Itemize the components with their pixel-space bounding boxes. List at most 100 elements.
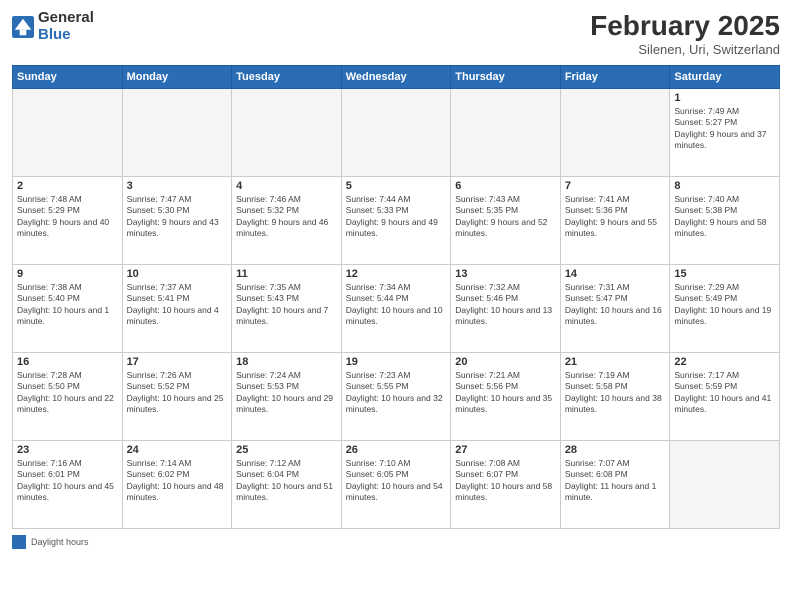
day-cell: 19 Sunrise: 7:23 AM Sunset: 5:55 PM Dayli… bbox=[341, 353, 451, 441]
day-cell: 14 Sunrise: 7:31 AM Sunset: 5:47 PM Dayli… bbox=[560, 265, 670, 353]
day-cell: 2 Sunrise: 7:48 AM Sunset: 5:29 PM Daylig… bbox=[13, 177, 123, 265]
day-cell: 24 Sunrise: 7:14 AM Sunset: 6:02 PM Dayli… bbox=[122, 441, 232, 529]
day-cell: 13Sunrise: 7:32 AM Sunset: 5:46 PM Dayli… bbox=[451, 265, 561, 353]
day-number: 26 bbox=[346, 444, 447, 456]
day-number: 1 bbox=[674, 92, 775, 104]
day-info: Sunrise: 7:19 AM Sunset: 5:58 PM Dayligh… bbox=[565, 370, 666, 416]
day-cell bbox=[451, 89, 561, 177]
day-cell: 20Sunrise: 7:21 AM Sunset: 5:56 PM Dayli… bbox=[451, 353, 561, 441]
day-number: 19 bbox=[346, 356, 447, 368]
logo: General Blue bbox=[12, 10, 94, 43]
day-info: Sunrise: 7:07 AM Sunset: 6:08 PM Dayligh… bbox=[565, 458, 666, 504]
title-area: February 2025 Silenen, Uri, Switzerland bbox=[590, 10, 780, 57]
day-cell: 3 Sunrise: 7:47 AM Sunset: 5:30 PM Daylig… bbox=[122, 177, 232, 265]
day-number: 11 bbox=[236, 268, 337, 280]
day-info: Sunrise: 7:44 AM Sunset: 5:33 PM Dayligh… bbox=[346, 194, 447, 240]
day-info: Sunrise: 7:34 AM Sunset: 5:44 PM Dayligh… bbox=[346, 282, 447, 328]
day-number: 23 bbox=[17, 444, 118, 456]
day-info: Sunrise: 7:16 AM Sunset: 6:01 PM Dayligh… bbox=[17, 458, 118, 504]
day-cell bbox=[670, 441, 780, 529]
col-header-saturday: Saturday bbox=[670, 66, 780, 89]
day-info: Sunrise: 7:28 AM Sunset: 5:50 PM Dayligh… bbox=[17, 370, 118, 416]
day-number: 3 bbox=[127, 180, 228, 192]
day-info: Sunrise: 7:37 AM Sunset: 5:41 PM Dayligh… bbox=[127, 282, 228, 328]
day-cell: 11 Sunrise: 7:35 AM Sunset: 5:43 PM Dayli… bbox=[232, 265, 342, 353]
logo-icon bbox=[12, 16, 34, 38]
page: General Blue February 2025 Silenen, Uri,… bbox=[0, 0, 792, 612]
day-cell: 9 Sunrise: 7:38 AM Sunset: 5:40 PM Daylig… bbox=[13, 265, 123, 353]
day-cell: 4Sunrise: 7:46 AM Sunset: 5:32 PM Daylig… bbox=[232, 177, 342, 265]
day-number: 18 bbox=[236, 356, 337, 368]
day-number: 6 bbox=[455, 180, 556, 192]
day-cell bbox=[560, 89, 670, 177]
day-cell: 5Sunrise: 7:44 AM Sunset: 5:33 PM Daylig… bbox=[341, 177, 451, 265]
day-number: 22 bbox=[674, 356, 775, 368]
day-number: 21 bbox=[565, 356, 666, 368]
day-info: Sunrise: 7:41 AM Sunset: 5:36 PM Dayligh… bbox=[565, 194, 666, 240]
week-row-2: 2 Sunrise: 7:48 AM Sunset: 5:29 PM Daylig… bbox=[13, 177, 780, 265]
day-number: 13 bbox=[455, 268, 556, 280]
legend: Daylight hours bbox=[12, 535, 780, 549]
col-header-wednesday: Wednesday bbox=[341, 66, 451, 89]
logo-general: General bbox=[38, 10, 94, 27]
day-number: 24 bbox=[127, 444, 228, 456]
week-row-4: 16 Sunrise: 7:28 AM Sunset: 5:50 PM Dayli… bbox=[13, 353, 780, 441]
day-cell: 25 Sunrise: 7:12 AM Sunset: 6:04 PM Dayli… bbox=[232, 441, 342, 529]
day-cell bbox=[122, 89, 232, 177]
day-number: 14 bbox=[565, 268, 666, 280]
day-cell: 27 Sunrise: 7:08 AM Sunset: 6:07 PM Dayli… bbox=[451, 441, 561, 529]
day-number: 16 bbox=[17, 356, 118, 368]
header-row: SundayMondayTuesdayWednesdayThursdayFrid… bbox=[13, 66, 780, 89]
day-info: Sunrise: 7:17 AM Sunset: 5:59 PM Dayligh… bbox=[674, 370, 775, 416]
day-info: Sunrise: 7:46 AM Sunset: 5:32 PM Dayligh… bbox=[236, 194, 337, 240]
day-number: 2 bbox=[17, 180, 118, 192]
day-info: Sunrise: 7:40 AM Sunset: 5:38 PM Dayligh… bbox=[674, 194, 775, 240]
day-info: Sunrise: 7:29 AM Sunset: 5:49 PM Dayligh… bbox=[674, 282, 775, 328]
day-info: Sunrise: 7:26 AM Sunset: 5:52 PM Dayligh… bbox=[127, 370, 228, 416]
day-cell: 26Sunrise: 7:10 AM Sunset: 6:05 PM Dayli… bbox=[341, 441, 451, 529]
day-number: 25 bbox=[236, 444, 337, 456]
col-header-friday: Friday bbox=[560, 66, 670, 89]
col-header-monday: Monday bbox=[122, 66, 232, 89]
daylight-hours-label: Daylight hours bbox=[31, 537, 89, 547]
day-number: 27 bbox=[455, 444, 556, 456]
day-number: 10 bbox=[127, 268, 228, 280]
day-number: 15 bbox=[674, 268, 775, 280]
day-cell: 18 Sunrise: 7:24 AM Sunset: 5:53 PM Dayli… bbox=[232, 353, 342, 441]
day-cell: 1Sunrise: 7:49 AM Sunset: 5:27 PM Daylig… bbox=[670, 89, 780, 177]
day-cell: 17 Sunrise: 7:26 AM Sunset: 5:52 PM Dayli… bbox=[122, 353, 232, 441]
day-number: 20 bbox=[455, 356, 556, 368]
week-row-3: 9 Sunrise: 7:38 AM Sunset: 5:40 PM Daylig… bbox=[13, 265, 780, 353]
calendar-table: SundayMondayTuesdayWednesdayThursdayFrid… bbox=[12, 65, 780, 529]
day-cell: 23 Sunrise: 7:16 AM Sunset: 6:01 PM Dayli… bbox=[13, 441, 123, 529]
day-cell bbox=[13, 89, 123, 177]
day-cell: 16 Sunrise: 7:28 AM Sunset: 5:50 PM Dayli… bbox=[13, 353, 123, 441]
day-info: Sunrise: 7:08 AM Sunset: 6:07 PM Dayligh… bbox=[455, 458, 556, 504]
day-cell: 21 Sunrise: 7:19 AM Sunset: 5:58 PM Dayli… bbox=[560, 353, 670, 441]
day-info: Sunrise: 7:35 AM Sunset: 5:43 PM Dayligh… bbox=[236, 282, 337, 328]
day-cell: 6Sunrise: 7:43 AM Sunset: 5:35 PM Daylig… bbox=[451, 177, 561, 265]
day-info: Sunrise: 7:31 AM Sunset: 5:47 PM Dayligh… bbox=[565, 282, 666, 328]
legend-color bbox=[12, 535, 26, 549]
col-header-sunday: Sunday bbox=[13, 66, 123, 89]
day-info: Sunrise: 7:14 AM Sunset: 6:02 PM Dayligh… bbox=[127, 458, 228, 504]
day-number: 28 bbox=[565, 444, 666, 456]
day-cell: 22 Sunrise: 7:17 AM Sunset: 5:59 PM Dayli… bbox=[670, 353, 780, 441]
day-number: 7 bbox=[565, 180, 666, 192]
day-info: Sunrise: 7:24 AM Sunset: 5:53 PM Dayligh… bbox=[236, 370, 337, 416]
col-header-tuesday: Tuesday bbox=[232, 66, 342, 89]
day-info: Sunrise: 7:47 AM Sunset: 5:30 PM Dayligh… bbox=[127, 194, 228, 240]
day-number: 17 bbox=[127, 356, 228, 368]
day-number: 9 bbox=[17, 268, 118, 280]
header: General Blue February 2025 Silenen, Uri,… bbox=[12, 10, 780, 57]
week-row-1: 1Sunrise: 7:49 AM Sunset: 5:27 PM Daylig… bbox=[13, 89, 780, 177]
day-info: Sunrise: 7:38 AM Sunset: 5:40 PM Dayligh… bbox=[17, 282, 118, 328]
day-cell: 15 Sunrise: 7:29 AM Sunset: 5:49 PM Dayli… bbox=[670, 265, 780, 353]
day-info: Sunrise: 7:48 AM Sunset: 5:29 PM Dayligh… bbox=[17, 194, 118, 240]
day-cell: 8Sunrise: 7:40 AM Sunset: 5:38 PM Daylig… bbox=[670, 177, 780, 265]
day-cell: 12Sunrise: 7:34 AM Sunset: 5:44 PM Dayli… bbox=[341, 265, 451, 353]
day-info: Sunrise: 7:23 AM Sunset: 5:55 PM Dayligh… bbox=[346, 370, 447, 416]
day-info: Sunrise: 7:12 AM Sunset: 6:04 PM Dayligh… bbox=[236, 458, 337, 504]
col-header-thursday: Thursday bbox=[451, 66, 561, 89]
day-cell: 10 Sunrise: 7:37 AM Sunset: 5:41 PM Dayli… bbox=[122, 265, 232, 353]
